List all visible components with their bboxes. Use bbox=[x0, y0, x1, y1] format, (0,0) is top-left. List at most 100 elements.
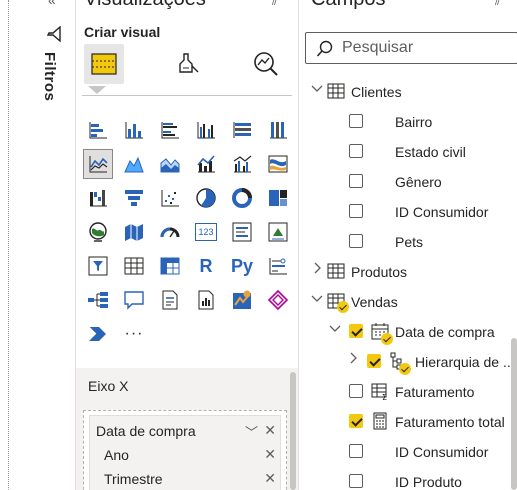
funnel-icon[interactable] bbox=[120, 184, 148, 212]
measure-table-icon: Σ bbox=[371, 383, 387, 400]
chevron-down-icon[interactable]: ﹀ bbox=[245, 422, 258, 441]
chevron-right-icon[interactable] bbox=[347, 352, 359, 364]
table-produtos[interactable]: Produtos bbox=[299, 256, 517, 286]
in-use-badge-icon bbox=[399, 363, 411, 375]
search-input[interactable] bbox=[342, 38, 512, 58]
subfield-name: Trimestre bbox=[104, 471, 163, 487]
card-text: 123 bbox=[195, 223, 217, 241]
field-checkbox[interactable] bbox=[349, 474, 363, 488]
chevron-right-icon[interactable] bbox=[311, 262, 323, 274]
collapse-filters-icon[interactable]: « bbox=[48, 0, 56, 8]
100-stacked-column-icon[interactable] bbox=[264, 116, 292, 144]
wells-scrollbar[interactable] bbox=[290, 372, 296, 490]
100-stacked-bar-icon[interactable] bbox=[228, 116, 256, 144]
field-row[interactable]: Gênero bbox=[299, 166, 517, 196]
matrix-icon[interactable] bbox=[156, 252, 184, 280]
expand-visualizations-icon[interactable]: ⫽ bbox=[272, 0, 278, 9]
clustered-bar-icon[interactable] bbox=[156, 116, 184, 144]
field-row-date[interactable]: Data de compra bbox=[299, 316, 517, 346]
analytics-magnifier-icon bbox=[254, 52, 278, 76]
scatter-icon[interactable] bbox=[156, 184, 184, 212]
clustered-column-icon[interactable] bbox=[192, 116, 220, 144]
field-checkbox[interactable] bbox=[349, 114, 363, 128]
area-chart-icon[interactable] bbox=[120, 150, 148, 178]
chevron-down-icon[interactable] bbox=[311, 292, 323, 304]
table-icon bbox=[327, 83, 345, 99]
paginated-report-icon[interactable] bbox=[192, 286, 220, 314]
well-field-row[interactable]: Data de compra ﹀ ✕ bbox=[90, 420, 282, 442]
more-visuals-icon[interactable]: ··· bbox=[120, 320, 148, 348]
field-row[interactable]: ID Consumidor bbox=[299, 196, 517, 226]
waterfall-icon[interactable] bbox=[84, 184, 112, 212]
card-icon[interactable]: 123 bbox=[192, 218, 220, 246]
stacked-column-icon[interactable] bbox=[120, 116, 148, 144]
filters-pane: « Filtros bbox=[0, 0, 76, 490]
well-subfield-row[interactable]: Ano ✕ bbox=[90, 444, 282, 466]
table-vendas[interactable]: Vendas bbox=[299, 286, 517, 316]
chevron-down-icon[interactable] bbox=[311, 82, 323, 94]
viz-divider bbox=[82, 95, 292, 96]
field-checkbox[interactable] bbox=[349, 384, 363, 398]
field-checkbox[interactable] bbox=[349, 444, 363, 458]
arcgis-map-icon[interactable] bbox=[228, 286, 256, 314]
power-automate-icon[interactable] bbox=[84, 320, 112, 348]
field-row[interactable]: ID Produto bbox=[299, 466, 517, 490]
table-icon[interactable] bbox=[120, 252, 148, 280]
smart-narrative-icon[interactable] bbox=[156, 286, 184, 314]
field-row-measure[interactable]: Σ Faturamento bbox=[299, 376, 517, 406]
kpi-icon[interactable] bbox=[264, 218, 292, 246]
svg-text:Σ: Σ bbox=[382, 393, 387, 400]
search-box[interactable] bbox=[305, 32, 517, 64]
stacked-bar-icon[interactable] bbox=[84, 116, 112, 144]
field-checkbox[interactable] bbox=[349, 324, 363, 338]
remove-subfield-icon[interactable]: ✕ bbox=[264, 470, 276, 487]
stacked-area-icon[interactable] bbox=[156, 150, 184, 178]
map-icon[interactable] bbox=[84, 218, 112, 246]
field-checkbox[interactable] bbox=[367, 354, 381, 368]
field-row[interactable]: Estado civil bbox=[299, 136, 517, 166]
x-axis-well[interactable]: Data de compra ﹀ ✕ Ano ✕ Trimestre ✕ bbox=[83, 410, 287, 490]
field-wells: Eixo X Data de compra ﹀ ✕ Ano ✕ Trimestr… bbox=[76, 368, 298, 490]
field-checkbox[interactable] bbox=[349, 414, 363, 428]
gauge-icon[interactable] bbox=[156, 218, 184, 246]
pie-chart-icon[interactable] bbox=[192, 184, 220, 212]
filled-map-icon[interactable] bbox=[120, 218, 148, 246]
chevron-down-icon[interactable] bbox=[329, 322, 341, 334]
field-checkbox[interactable] bbox=[349, 204, 363, 218]
power-apps-icon[interactable] bbox=[264, 286, 292, 314]
fields-scrollbar[interactable] bbox=[511, 338, 517, 490]
ribbon-chart-icon[interactable] bbox=[264, 150, 292, 178]
field-checkbox[interactable] bbox=[349, 174, 363, 188]
remove-field-icon[interactable]: ✕ bbox=[264, 422, 276, 439]
r-visual-icon[interactable]: R bbox=[192, 252, 220, 280]
table-clientes[interactable]: Clientes bbox=[299, 76, 517, 106]
field-checkbox[interactable] bbox=[349, 234, 363, 248]
in-use-badge-icon bbox=[381, 333, 393, 345]
donut-chart-icon[interactable] bbox=[228, 184, 256, 212]
line-chart-icon[interactable] bbox=[83, 149, 113, 179]
field-checkbox[interactable] bbox=[349, 144, 363, 158]
well-subfield-row[interactable]: Trimestre ✕ bbox=[90, 468, 282, 490]
field-row-hierarchy[interactable]: Hierarquia de ... bbox=[299, 346, 517, 376]
field-row[interactable]: Bairro bbox=[299, 106, 517, 136]
x-axis-field[interactable]: Data de compra ﹀ ✕ Ano ✕ Trimestre ✕ bbox=[89, 415, 281, 490]
tab-build-visual[interactable] bbox=[84, 44, 124, 84]
expand-fields-icon[interactable]: ⫽ bbox=[495, 0, 501, 9]
remove-subfield-icon[interactable]: ✕ bbox=[264, 446, 276, 463]
tab-analytics[interactable] bbox=[246, 44, 286, 84]
line-and-column-icon[interactable] bbox=[192, 150, 220, 178]
line-and-clustered-column-icon[interactable] bbox=[228, 150, 256, 178]
filters-label[interactable]: Filtros bbox=[41, 52, 58, 101]
multi-row-card-icon[interactable] bbox=[228, 218, 256, 246]
field-row[interactable]: ID Consumidor bbox=[299, 436, 517, 466]
field-row-calculated[interactable]: Faturamento total bbox=[299, 406, 517, 436]
python-visual-icon[interactable]: Py bbox=[228, 252, 256, 280]
decomposition-tree-icon[interactable] bbox=[84, 286, 112, 314]
field-row[interactable]: Pets bbox=[299, 226, 517, 256]
qa-icon[interactable] bbox=[120, 286, 148, 314]
treemap-icon[interactable] bbox=[264, 184, 292, 212]
table-icon bbox=[327, 263, 345, 279]
tab-format-visual[interactable] bbox=[168, 44, 208, 84]
key-influencers-icon[interactable] bbox=[264, 252, 292, 280]
slicer-icon[interactable] bbox=[84, 252, 112, 280]
